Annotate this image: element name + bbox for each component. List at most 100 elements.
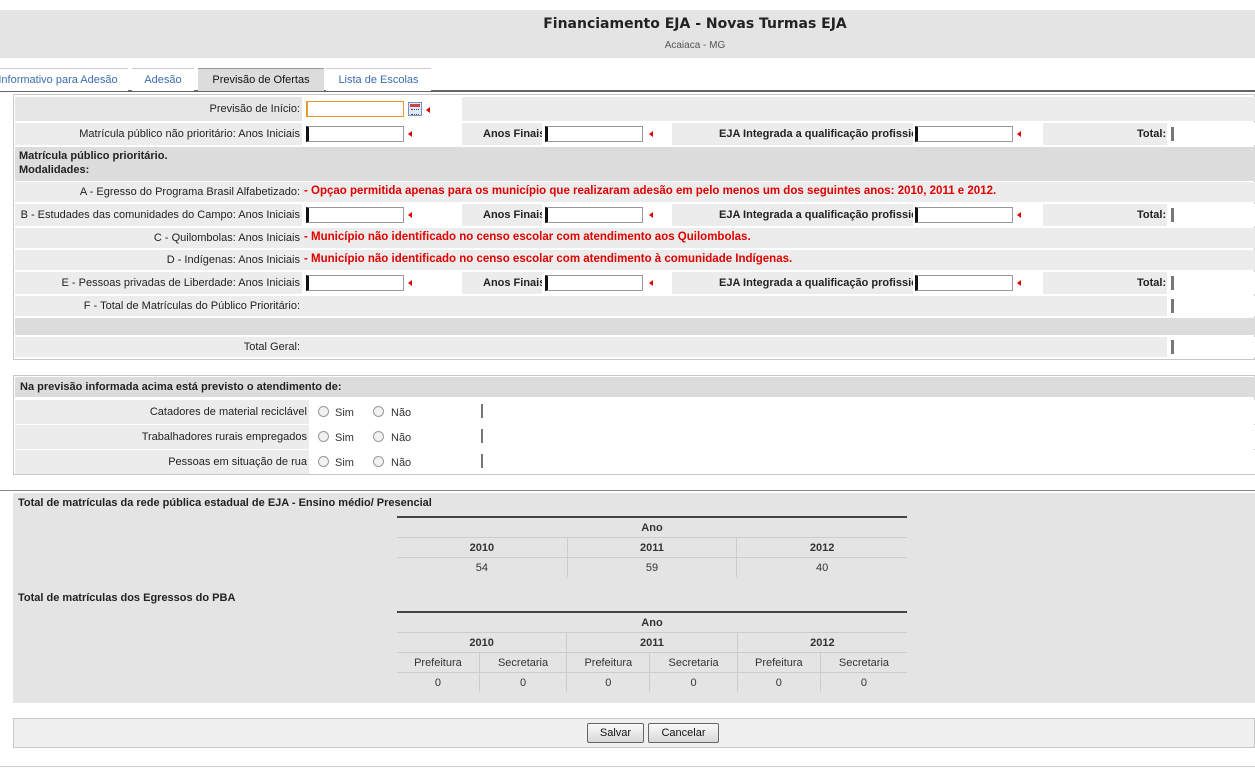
required-icon	[1017, 212, 1021, 218]
salvar-button[interactable]: Salvar	[587, 723, 644, 743]
calendar-icon[interactable]	[408, 102, 422, 116]
situacao-rua-label: Pessoas em situação de rua	[168, 456, 307, 468]
required-icon	[649, 280, 653, 286]
situacao-rua-sim-radio[interactable]	[318, 456, 329, 467]
nao-prioritario-eja-input[interactable]	[915, 126, 1013, 142]
row-previsao-inicio: Previsão de Início:	[15, 97, 1255, 121]
tab-bar: Informativo para Adesão Adesão Previsão …	[0, 68, 1255, 92]
cancelar-button[interactable]: Cancelar	[648, 723, 719, 743]
campo-finais-input[interactable]	[545, 207, 643, 223]
required-icon	[408, 131, 412, 137]
modalidade-e-label: E - Pessoas privadas de Liberdade: Anos …	[61, 277, 300, 289]
estadual-ano-header: Ano	[641, 521, 663, 534]
pba-table: Ano 2010 2011 2012 Prefeitura Secretaria…	[397, 611, 907, 692]
total-prioritario-value	[1171, 299, 1174, 313]
row-modalidade-e: E - Pessoas privadas de Liberdade: Anos …	[15, 272, 1255, 294]
page-header: Financiamento EJA - Novas Turmas EJA Aca…	[0, 10, 1255, 58]
estadual-value: 59	[567, 557, 738, 577]
row-modalidade-d: D - Indígenas: Anos Iniciais - Município…	[15, 250, 1255, 270]
required-icon	[649, 212, 653, 218]
total-label: Total:	[1137, 209, 1167, 221]
estadual-year: 2010	[397, 537, 568, 558]
sim-label: Sim	[335, 457, 354, 469]
estadual-value: 54	[397, 557, 568, 577]
liberdade-finais-input[interactable]	[545, 275, 643, 291]
modalidades-label: Modalidades:	[19, 164, 90, 176]
required-icon	[408, 212, 412, 218]
row-modalidade-c: C - Quilombolas: Anos Iniciais - Municíp…	[15, 228, 1255, 248]
total-label: Total:	[1137, 277, 1167, 289]
row-nao-prioritario: Matrícula público não prioritário: Anos …	[15, 123, 1255, 145]
tab-informativo[interactable]: Informativo para Adesão	[0, 68, 128, 91]
catadores-sim-radio[interactable]	[318, 406, 329, 417]
row-situacao-rua: Pessoas em situação de rua Sim Não	[15, 450, 1255, 474]
required-icon	[1017, 131, 1021, 137]
pba-value: 0	[397, 672, 480, 692]
nao-label: Não	[391, 432, 412, 444]
liberdade-iniciais-input[interactable]	[306, 275, 404, 291]
pba-value: 0	[479, 672, 568, 692]
page-subtitle: Acaiaca - MG	[664, 40, 726, 51]
previsao-inicio-input[interactable]	[306, 101, 404, 117]
pba-value: 0	[649, 672, 738, 692]
estadual-year: 2012	[736, 537, 907, 558]
pba-ano-header: Ano	[641, 616, 663, 629]
pba-sub-header: Secretaria	[820, 652, 907, 673]
row-spacer	[15, 318, 1255, 335]
modalidade-c-message: - Município não identificado no censo es…	[304, 231, 751, 243]
total-value	[1171, 127, 1174, 141]
situacao-rua-nao-radio[interactable]	[373, 456, 384, 467]
pba-title: Total de matrículas dos Egressos do PBA	[18, 592, 236, 604]
prioritario-title: Matrícula público prioritário.	[19, 150, 168, 162]
nao-prioritario-finais-input[interactable]	[545, 126, 643, 142]
row-prioritario-heading: Matrícula público prioritário. Modalidad…	[15, 147, 1255, 181]
total-geral-value	[1171, 340, 1174, 354]
eja-integrada-label: EJA Integrada a qualificação profissiona…	[719, 128, 938, 140]
sim-label: Sim	[335, 432, 354, 444]
eja-integrada-label: EJA Integrada a qualificação profissiona…	[719, 277, 938, 289]
tab-adesao[interactable]: Adesão	[132, 68, 194, 91]
page-title: Financiamento EJA - Novas Turmas EJA	[543, 16, 847, 32]
required-icon	[1017, 280, 1021, 286]
total-value	[1171, 276, 1174, 290]
tab-lista-escolas[interactable]: Lista de Escolas	[326, 68, 431, 91]
pba-sub-header: Secretaria	[649, 652, 738, 673]
pba-sub-header: Secretaria	[479, 652, 568, 673]
trabalhadores-nao-radio[interactable]	[373, 431, 384, 442]
tab-previsao-ofertas[interactable]: Previsão de Ofertas	[198, 68, 324, 91]
nao-prioritario-iniciais-input[interactable]	[306, 126, 404, 142]
liberdade-eja-input[interactable]	[915, 275, 1013, 291]
modalidade-b-label: B - Estudades das comunidades do Campo: …	[20, 209, 300, 221]
pba-sub-header: Prefeitura	[566, 652, 651, 673]
pba-year: 2011	[566, 632, 738, 653]
atendimento-panel: Na previsão informada acima está previst…	[13, 375, 1255, 475]
row-catadores: Catadores de material reciclável Sim Não	[15, 400, 1255, 424]
pba-value: 0	[820, 672, 907, 692]
nao-label: Não	[391, 457, 412, 469]
situacao-rua-value	[481, 454, 483, 468]
pba-sub-header: Prefeitura	[397, 652, 480, 673]
modalidade-f-label: F - Total de Matrículas do Público Prior…	[83, 300, 300, 312]
previsao-form: Previsão de Início: Matrícula público nã…	[13, 94, 1255, 360]
modalidade-a-label: A - Egresso do Programa Brasil Alfabetiz…	[79, 186, 300, 198]
estadual-value: 40	[736, 557, 907, 577]
required-icon	[408, 280, 412, 286]
eja-integrada-label: EJA Integrada a qualificação profissiona…	[719, 209, 938, 221]
estadual-table: Ano 2010 2011 2012 54 59 40	[397, 516, 907, 577]
previsao-inicio-label: Previsão de Início:	[209, 103, 301, 115]
total-geral-label: Total Geral:	[243, 341, 300, 353]
catadores-nao-radio[interactable]	[373, 406, 384, 417]
required-icon	[649, 131, 653, 137]
total-value	[1171, 208, 1174, 222]
modalidade-a-message: - Opçao permitida apenas para os municíp…	[304, 185, 997, 197]
row-total-geral: Total Geral:	[15, 337, 1255, 357]
campo-eja-input[interactable]	[915, 207, 1013, 223]
pba-year: 2012	[737, 632, 907, 653]
modalidade-d-label: D - Indígenas: Anos Iniciais	[166, 254, 300, 266]
campo-iniciais-input[interactable]	[306, 207, 404, 223]
total-label: Total:	[1137, 128, 1167, 140]
estadual-year: 2011	[567, 537, 738, 558]
estadual-title: Total de matrículas da rede pública esta…	[18, 497, 432, 509]
nao-prioritario-label: Matrícula público não prioritário: Anos …	[79, 128, 300, 140]
trabalhadores-sim-radio[interactable]	[318, 431, 329, 442]
